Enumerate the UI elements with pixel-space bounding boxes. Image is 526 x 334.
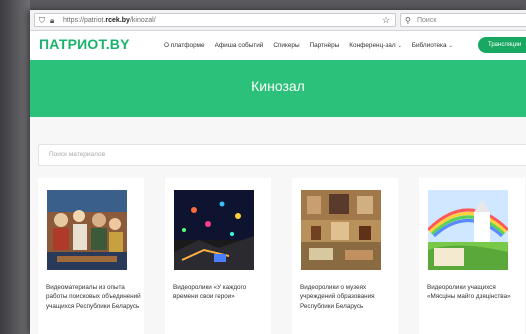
card-title[interactable]: Видеоролики «У каждого времени свои геро… bbox=[173, 283, 269, 302]
card-title[interactable]: Видеоматериалы из опыта работы поисковых… bbox=[46, 283, 142, 311]
video-card[interactable]: Видеоролики учащихся «Мясціны майго дзяц… bbox=[419, 178, 525, 334]
card-title[interactable]: Видеоролики о музеях учреждений образова… bbox=[300, 283, 396, 311]
materials-search-placeholder: Поиск материалов bbox=[49, 151, 106, 158]
desktop-background bbox=[0, 0, 30, 334]
bookmark-star-icon[interactable]: ☆ bbox=[382, 14, 390, 27]
card-thumbnail bbox=[301, 190, 381, 270]
nav-item-events[interactable]: Афиша событий bbox=[215, 42, 264, 49]
shield-icon: ⛉ bbox=[39, 16, 45, 25]
browser-window: ⛉ 🔒︎ https://patriot.rcek.by/kinozal/ ☆ … bbox=[30, 10, 526, 334]
card-title[interactable]: Видеоролики учащихся «Мясціны майго дзяц… bbox=[427, 283, 523, 302]
nav-item-conference-label: Конференц-зал bbox=[349, 42, 396, 49]
nav-item-conference[interactable]: Конференц-зал ⌄ bbox=[349, 42, 401, 49]
browser-search-placeholder: Поиск bbox=[417, 17, 437, 24]
browser-search-input[interactable]: ⚲ Поиск bbox=[400, 13, 526, 27]
materials-search-input[interactable]: Поиск материалов bbox=[38, 144, 526, 166]
browser-toolbar: ⛉ 🔒︎ https://patriot.rcek.by/kinozal/ ☆ … bbox=[30, 10, 526, 31]
nav-item-speakers[interactable]: Спикеры bbox=[273, 42, 299, 49]
site-logo[interactable]: ПАТРИОТ.BY bbox=[39, 36, 130, 52]
streams-button[interactable]: Трансляции bbox=[478, 37, 526, 53]
nav-item-library[interactable]: Библиотека ⌄ bbox=[412, 42, 453, 49]
page-title: Кинозал bbox=[251, 78, 305, 94]
site-header: ПАТРИОТ.BY О платформе Афиша событий Спике… bbox=[30, 31, 526, 59]
nav-item-about[interactable]: О платформе bbox=[164, 42, 205, 49]
nav-item-partners[interactable]: Партнёры bbox=[310, 42, 340, 49]
search-icon: ⚲ bbox=[405, 16, 411, 25]
page-banner: Кинозал bbox=[30, 60, 526, 117]
chevron-down-icon: ⌄ bbox=[397, 43, 402, 49]
video-cards: Видеоматериалы из опыта работы поисковых… bbox=[30, 170, 526, 334]
card-thumbnail bbox=[428, 190, 508, 270]
main-nav: О платформе Афиша событий Спикеры Партнёры К… bbox=[164, 42, 463, 49]
lock-icon: 🔒︎ bbox=[50, 16, 55, 25]
video-card[interactable]: Видеоролики о музеях учреждений образова… bbox=[292, 178, 398, 334]
nav-item-library-label: Библиотека bbox=[411, 42, 447, 49]
url-text: https://patriot.rcek.by/kinozal/ bbox=[63, 17, 156, 24]
card-thumbnail bbox=[174, 190, 254, 270]
video-card[interactable]: Видеоролики «У каждого времени свои геро… bbox=[165, 178, 271, 334]
card-thumbnail bbox=[47, 190, 127, 270]
video-card[interactable]: Видеоматериалы из опыта работы поисковых… bbox=[38, 178, 144, 334]
address-bar[interactable]: ⛉ 🔒︎ https://patriot.rcek.by/kinozal/ ☆ bbox=[34, 13, 396, 27]
chevron-down-icon: ⌄ bbox=[448, 43, 453, 49]
